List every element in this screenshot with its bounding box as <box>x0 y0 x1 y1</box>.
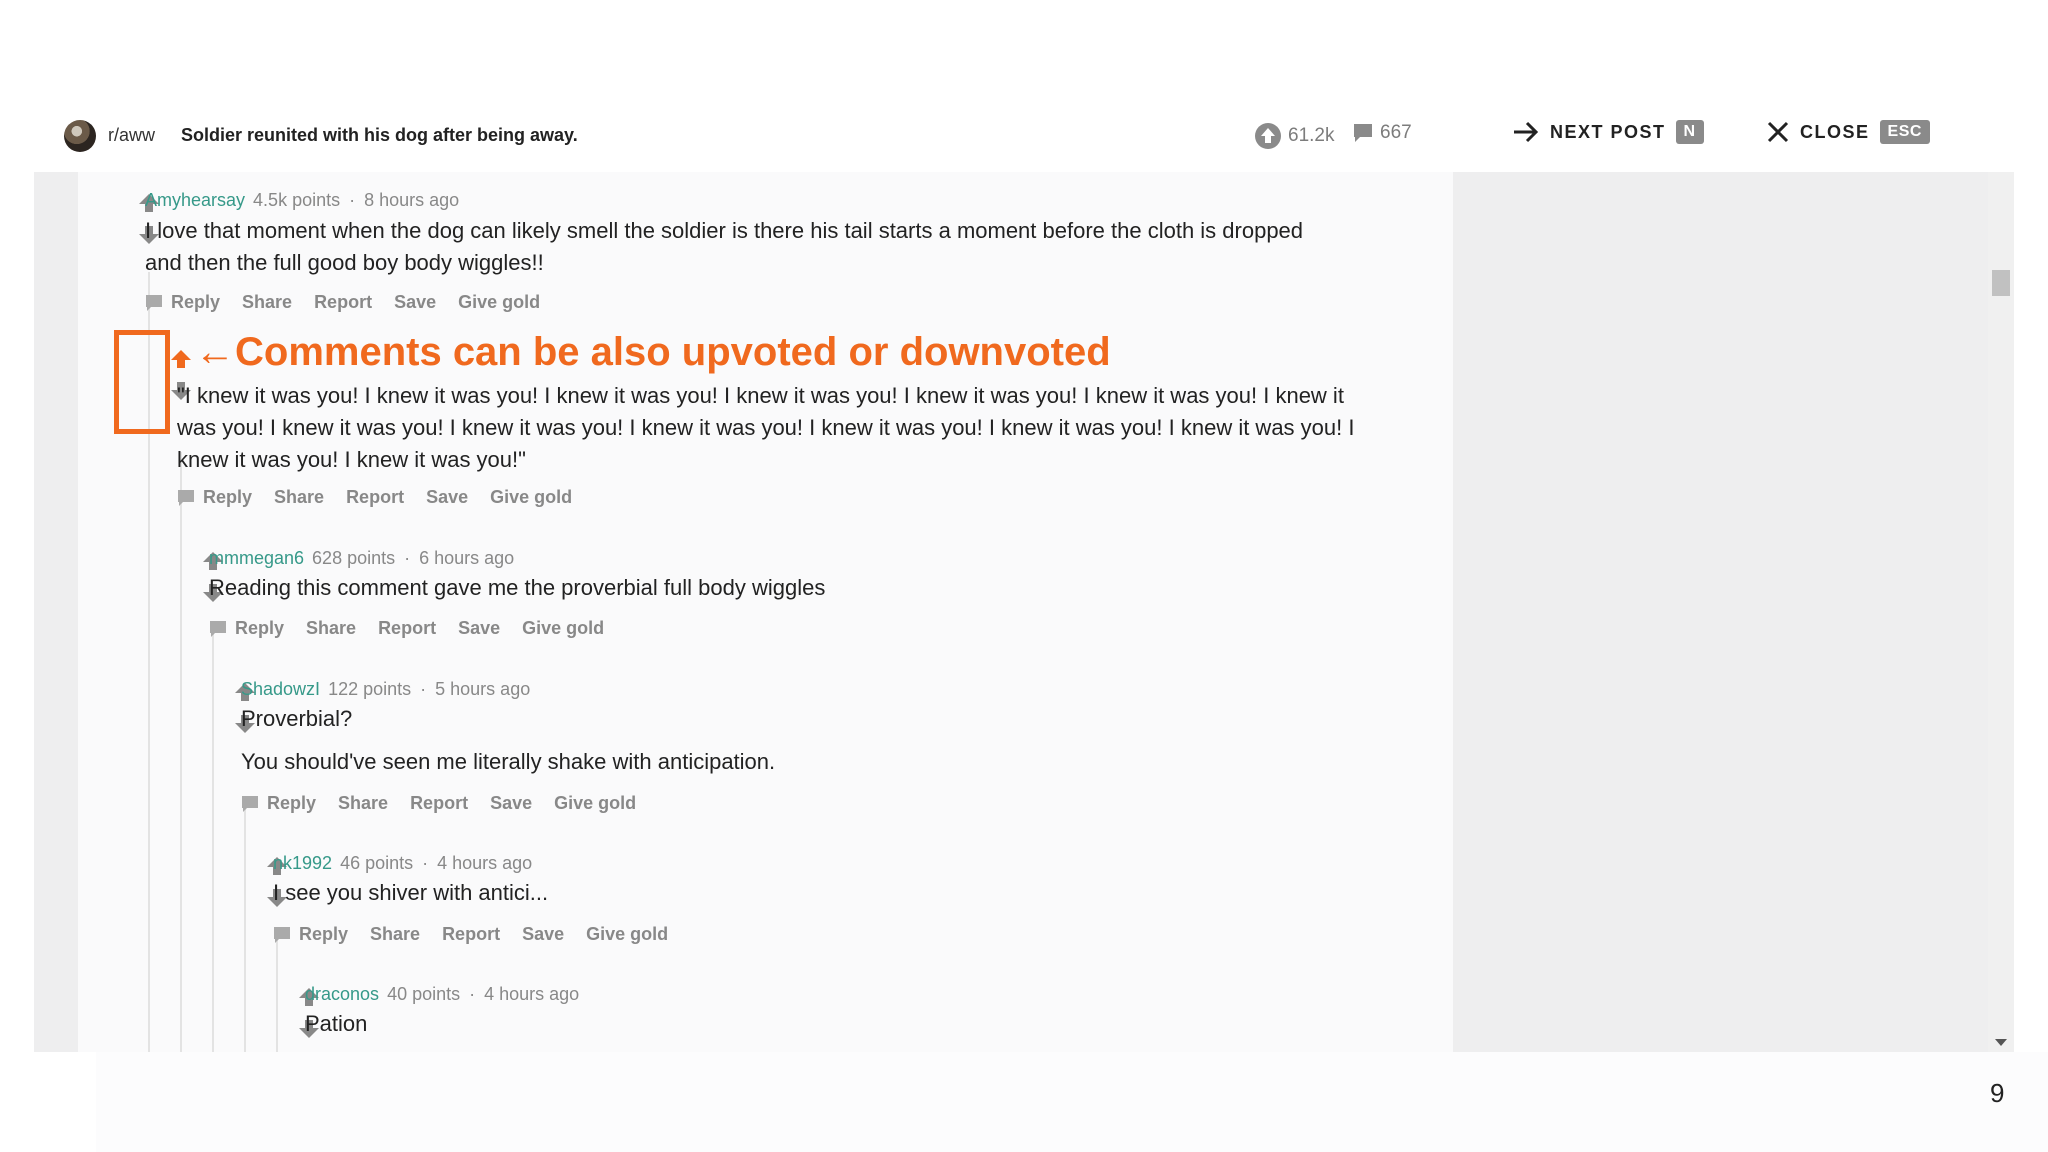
comment-body: Pation <box>305 1011 368 1036</box>
post-upvotes[interactable]: 61.2k <box>1254 122 1334 150</box>
comment-actions: Reply Share Report Save Give gold <box>145 292 562 313</box>
thread-line[interactable] <box>212 632 214 1052</box>
next-post-shortcut: N <box>1675 120 1704 144</box>
post-title[interactable]: Soldier reunited with his dog after bein… <box>181 125 578 146</box>
arrow-up-icon <box>171 350 191 368</box>
comment-icon <box>146 294 162 311</box>
comment-body: Reading this comment gave me the proverb… <box>209 575 826 600</box>
report-button[interactable]: Report <box>410 793 468 814</box>
comment-time[interactable]: 4 hours ago <box>484 984 579 1004</box>
comment-actions: Reply Share Report Save Give gold <box>273 924 690 945</box>
reply-button[interactable]: Reply <box>209 618 284 639</box>
give-gold-button[interactable]: Give gold <box>522 618 604 639</box>
comment-meta: ShadowzI 122 points · 5 hours ago <box>241 679 531 699</box>
comment-actions: Reply Share Report Save Give gold <box>177 487 594 508</box>
comment-actions: Reply Share Report Save Give gold <box>209 618 626 639</box>
upvote-circle-icon <box>1255 123 1281 149</box>
save-button[interactable]: Save <box>490 793 532 814</box>
report-button[interactable]: Report <box>378 618 436 639</box>
subreddit-avatar[interactable] <box>64 120 96 152</box>
comment-body-paragraph: You should've seen me literally shake wi… <box>241 749 776 774</box>
post-header: r/aww Soldier reunited with his dog afte… <box>0 110 2048 162</box>
comment-time[interactable]: 5 hours ago <box>435 679 530 699</box>
post-comments[interactable]: 667 <box>1352 122 1412 144</box>
scrollbar-thumb[interactable] <box>1992 270 2010 296</box>
comment-time[interactable]: 8 hours ago <box>364 190 459 210</box>
comment-body: I love that moment when the dog can like… <box>145 218 1304 275</box>
comment-icon <box>178 489 194 506</box>
comment-points: 628 points <box>312 548 396 568</box>
upvote-button[interactable] <box>170 348 192 370</box>
comments-list[interactable]: Amyhearsay 4.5k points · 8 hours ago I love… <box>78 172 1453 1052</box>
comment-icon <box>242 795 258 812</box>
comment-points: 122 points <box>328 679 412 699</box>
give-gold-button[interactable]: Give gold <box>458 292 540 313</box>
comment-meta: nk1992 46 points · 4 hours ago <box>273 853 533 873</box>
close-shortcut: ESC <box>1879 120 1930 144</box>
comment-author[interactable]: nk1992 <box>273 853 332 873</box>
annotation-text: ←Comments can be also upvoted or downvot… <box>195 330 1111 374</box>
comment-icon <box>274 926 290 943</box>
scroll-down-arrow[interactable] <box>1995 1039 2007 1046</box>
page-number: 9 <box>1990 1078 2005 1108</box>
comment-author[interactable]: draconos <box>305 984 379 1004</box>
save-button[interactable]: Save <box>458 618 500 639</box>
page-footer <box>96 1052 2048 1152</box>
arrow-right-icon <box>1514 121 1539 143</box>
close-button[interactable]: CLOSE ESC <box>1766 120 1930 144</box>
report-button[interactable]: Report <box>442 924 500 945</box>
comment-meta: mmmegan6 628 points · 6 hours ago <box>209 548 515 568</box>
comments-panel: Amyhearsay 4.5k points · 8 hours ago I love… <box>34 172 2014 1052</box>
thread-line[interactable] <box>276 937 278 1052</box>
share-button[interactable]: Share <box>274 487 324 508</box>
give-gold-button[interactable]: Give gold <box>490 487 572 508</box>
next-post-button[interactable]: NEXT POST N <box>1512 120 1704 144</box>
share-button[interactable]: Share <box>338 793 388 814</box>
give-gold-button[interactable]: Give gold <box>554 793 636 814</box>
scrollbar[interactable] <box>1988 172 2014 1052</box>
save-button[interactable]: Save <box>522 924 564 945</box>
comment-meta: draconos 40 points · 4 hours ago <box>305 984 580 1004</box>
comment-time[interactable]: 6 hours ago <box>419 548 514 568</box>
give-gold-button[interactable]: Give gold <box>586 924 668 945</box>
comment-time[interactable]: 4 hours ago <box>437 853 532 873</box>
close-label: CLOSE <box>1800 121 1870 142</box>
comment-meta: Amyhearsay 4.5k points · 8 hours ago <box>145 190 460 210</box>
reply-button[interactable]: Reply <box>145 292 220 313</box>
comment-author[interactable]: ShadowzI <box>241 679 320 699</box>
comment-count: 667 <box>1380 122 1412 143</box>
comment-author[interactable]: mmmegan6 <box>209 548 304 568</box>
comment-icon <box>210 620 226 637</box>
thread-line[interactable] <box>244 807 246 1052</box>
next-post-label: NEXT POST <box>1550 121 1666 142</box>
save-button[interactable]: Save <box>426 487 468 508</box>
reply-button[interactable]: Reply <box>177 487 252 508</box>
comment-actions: Reply Share Report Save Give gold <box>241 793 658 814</box>
comment-body: Proverbial? <box>241 706 353 731</box>
report-button[interactable]: Report <box>346 487 404 508</box>
reply-button[interactable]: Reply <box>273 924 348 945</box>
close-icon <box>1767 121 1789 143</box>
comment-body: "I knew it was you! I knew it was you! I… <box>177 383 1355 472</box>
comment-author[interactable]: Amyhearsay <box>145 190 245 210</box>
thread-line[interactable] <box>180 452 182 1052</box>
reply-button[interactable]: Reply <box>241 793 316 814</box>
subreddit-link[interactable]: r/aww <box>108 125 155 146</box>
vote-highlight-box <box>114 330 170 434</box>
upvote-count: 61.2k <box>1288 125 1335 146</box>
share-button[interactable]: Share <box>242 292 292 313</box>
comment-points: 4.5k points <box>253 190 341 210</box>
share-button[interactable]: Share <box>306 618 356 639</box>
comment-points: 40 points <box>387 984 461 1004</box>
comment-body: I see you shiver with antici... <box>273 880 549 905</box>
save-button[interactable]: Save <box>394 292 436 313</box>
comment-icon <box>1354 124 1372 142</box>
share-button[interactable]: Share <box>370 924 420 945</box>
comment-points: 46 points <box>340 853 414 873</box>
report-button[interactable]: Report <box>314 292 372 313</box>
